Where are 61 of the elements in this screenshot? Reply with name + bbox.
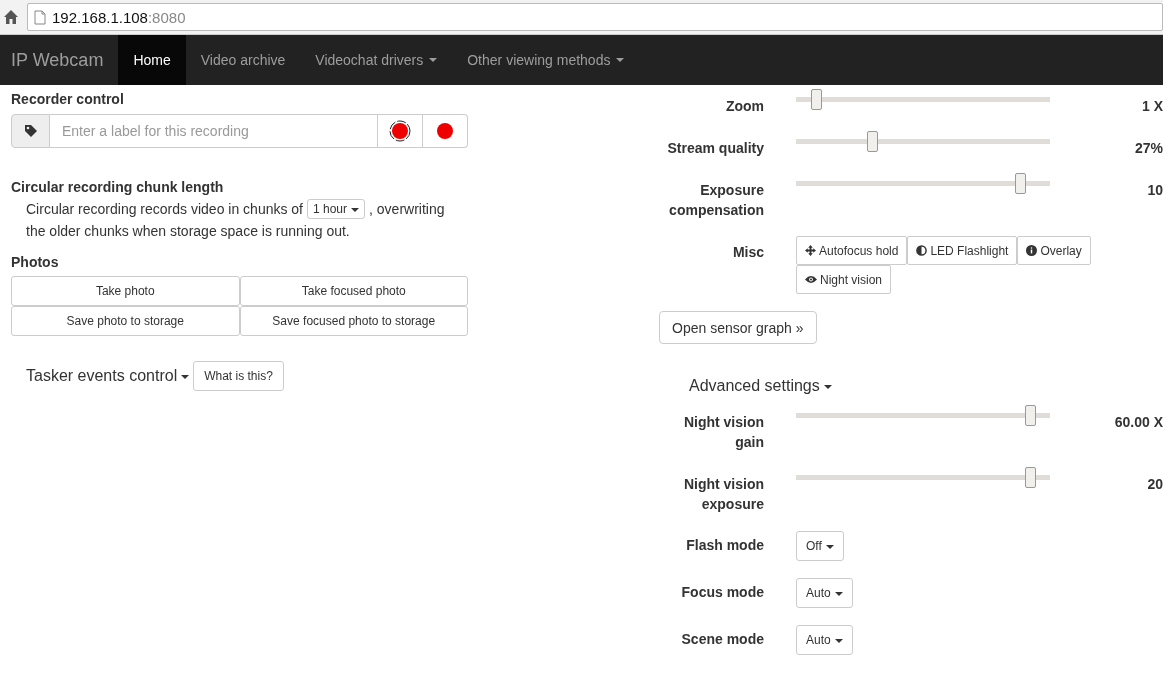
slider-thumb[interactable] xyxy=(1014,173,1026,194)
setting-label: Focus mode xyxy=(680,583,764,602)
nav-tab[interactable]: Video archive xyxy=(185,35,301,85)
url-host: 192.168.1.108 xyxy=(52,8,148,26)
slider-thumb[interactable] xyxy=(1024,405,1036,426)
half-circle-icon xyxy=(916,245,928,256)
chunk-select[interactable]: 1 hour xyxy=(307,199,366,219)
setting-label: Flash mode xyxy=(685,536,764,555)
record-button[interactable] xyxy=(423,114,468,148)
home-icon[interactable] xyxy=(3,9,19,25)
section-heading: Circular recording chunk length xyxy=(11,179,224,195)
sensor-graph-button[interactable]: Open sensor graph » xyxy=(659,311,817,344)
record-target-icon xyxy=(389,120,411,142)
nav-tab[interactable]: Home xyxy=(118,35,186,85)
help-button[interactable]: What is this? xyxy=(193,361,284,391)
slider-thumb[interactable] xyxy=(867,131,879,152)
toggle-button[interactable]: Night vision xyxy=(796,265,892,294)
nav-tab[interactable]: Other viewing methods xyxy=(452,35,640,85)
description-text: the older chunks when storage space is running out. xyxy=(26,222,350,241)
photo-button[interactable]: Take photo xyxy=(11,276,240,306)
advanced-settings-toggle[interactable]: Advanced settings xyxy=(689,377,832,395)
record-button[interactable] xyxy=(378,114,423,148)
label-input[interactable]: Enter a label for this recording xyxy=(50,114,378,148)
slider-value: 1 X xyxy=(1141,97,1163,116)
nav-tab[interactable]: Videochat drivers xyxy=(300,35,453,85)
misc-label: Misc xyxy=(731,243,764,262)
tag-icon xyxy=(23,124,38,138)
slider-label: Stream quality xyxy=(666,139,764,158)
info-icon xyxy=(1026,245,1038,256)
description-text: Circular recording records video in chunks of xyxy=(26,200,303,219)
eye-icon xyxy=(805,275,817,284)
slider-thumb[interactable] xyxy=(811,89,823,110)
toggle-button[interactable]: Overlay xyxy=(1017,236,1091,265)
mode-select[interactable]: Off xyxy=(796,531,844,561)
slider-value: 27% xyxy=(1133,139,1163,158)
slider-value: 10 xyxy=(1146,181,1163,200)
tasker-dropdown[interactable]: Tasker events control xyxy=(26,367,190,385)
photo-button[interactable]: Save photo to storage xyxy=(11,306,240,336)
url-port: :8080 xyxy=(147,8,186,26)
toggle-button[interactable]: LED Flashlight xyxy=(907,236,1018,265)
section-heading: Photos xyxy=(11,254,59,270)
record-dot-icon xyxy=(437,123,453,139)
address-bar[interactable]: 192.168.1.108:8080 xyxy=(27,3,1163,31)
description-text: , overwriting xyxy=(369,200,445,219)
slider-label: Night vision gain xyxy=(682,413,764,452)
page-icon xyxy=(34,9,46,25)
slider-label: Zoom xyxy=(724,97,764,116)
toggle-button[interactable]: Autofocus hold xyxy=(796,236,908,265)
slider-label: Exposure compensation xyxy=(668,181,764,220)
slider-value: 20 xyxy=(1146,475,1163,494)
mode-select[interactable]: Auto xyxy=(796,625,853,655)
photo-button[interactable]: Save focused photo to storage xyxy=(239,306,468,336)
slider-label: Night vision exposure xyxy=(682,475,764,514)
section-heading: Recorder control xyxy=(11,91,124,107)
slider-thumb[interactable] xyxy=(1024,467,1036,488)
move-arrows-icon xyxy=(805,245,816,256)
mode-select[interactable]: Auto xyxy=(796,578,853,608)
slider-value: 60.00 X xyxy=(1113,413,1163,432)
setting-label: Scene mode xyxy=(680,630,764,649)
photo-button[interactable]: Take focused photo xyxy=(239,276,468,306)
brand-link[interactable]: IP Webcam xyxy=(0,35,119,85)
